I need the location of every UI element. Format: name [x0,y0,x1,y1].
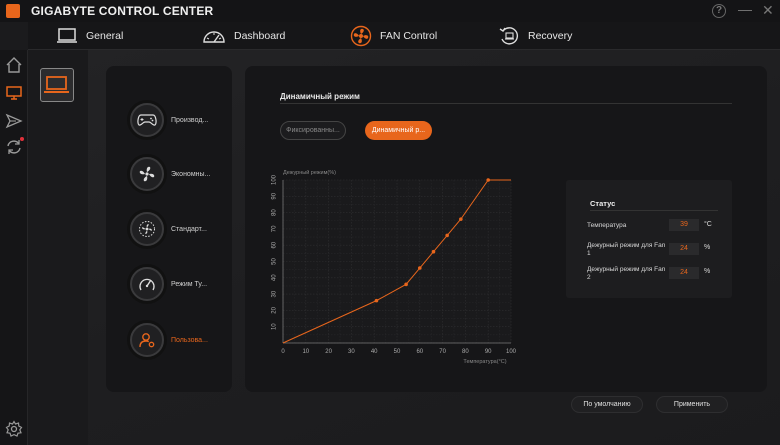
curve-point [486,178,490,182]
sync-item[interactable] [5,137,24,156]
nav-general-label: General [86,30,124,42]
mode-performance-label: Производ... [171,116,209,124]
leaf-fan-icon [139,166,155,182]
nav-dashboard[interactable]: Dashboard [202,25,285,47]
status-unit: % [704,244,711,251]
x-tick-label: 10 [302,349,309,355]
curve-point [431,249,436,254]
status-unit: % [704,268,711,275]
x-axis-label: Температура(°C) [463,359,506,365]
mode-circle [130,212,164,246]
status-label: Дежурный режим для Fan 1 [587,242,666,257]
title-bar: GIGABYTE CONTROL CENTER ? — ✕ [0,0,780,22]
minimize-button[interactable]: — [738,1,752,17]
settings-icon[interactable] [5,420,23,438]
mode-turbo[interactable]: Режим Ту... [130,264,230,304]
app-title: GIGABYTE CONTROL CENTER [31,4,214,18]
status-unit: °C [704,221,712,228]
status-value: 39 [669,219,699,231]
y-tick-label: 70 [272,225,278,232]
x-tick-label: 40 [371,349,378,355]
gauge-icon [203,31,225,43]
y-tick-label: 10 [272,323,278,330]
device-laptop-tile[interactable] [40,68,74,102]
curve-point [404,282,408,287]
curve-point [418,266,422,270]
apply-button[interactable]: Применить [656,396,728,413]
recovery-icon [499,27,518,45]
mode-custom[interactable]: Пользова... [130,320,230,360]
y-tick-label: 30 [272,290,278,297]
close-button[interactable]: ✕ [762,2,774,19]
x-tick-label: 60 [416,349,423,355]
fan-icon [350,25,372,47]
top-nav: General Dashboard FAN Control Recovery [28,22,780,50]
gamepad-icon [137,114,157,126]
device-column [28,50,88,445]
x-tick-label: 80 [462,349,469,355]
y-tick-label: 90 [272,192,278,199]
notification-badge [20,137,24,141]
fan-mode-panel: Производ... Экономны... Стандарт... Режи… [106,66,232,392]
y-tick-label: 100 [272,174,278,185]
x-tick-label: 90 [485,349,492,355]
fan-dots-icon [139,221,155,237]
turbo-gauge-icon [139,278,155,291]
mode-standard[interactable]: Стандарт... [130,209,230,249]
laptop-icon [57,28,77,43]
x-tick-label: 100 [506,349,517,355]
status-value: 24 [669,243,699,255]
mode-circle [130,267,164,301]
status-label: Дежурный режим для Fan 2 [587,266,666,281]
help-button[interactable]: ? [712,4,726,18]
x-tick-label: 50 [394,349,401,355]
nav-dashboard-label: Dashboard [234,30,286,42]
curve-point [445,233,449,238]
home-icon[interactable] [5,56,23,74]
laptop-orange-icon [44,76,69,93]
y-tick-label: 50 [272,258,278,265]
nav-fan-control[interactable]: FAN Control [350,25,437,47]
status-title: Статус [590,199,616,208]
status-divider [590,210,718,211]
x-tick-label: 0 [281,349,285,355]
curve-point [459,217,463,221]
mode-circle [130,103,164,137]
gigabyte-logo-icon [6,4,20,18]
y-axis-label: Дежурный режим(%) [283,169,336,176]
curve-point [374,298,379,303]
nav-fan-control-label: FAN Control [380,30,438,42]
send-icon[interactable] [5,112,23,130]
mode-custom-label: Пользова... [171,336,208,344]
mode-eco-label: Экономны... [171,170,211,178]
x-tick-label: 30 [348,349,355,355]
y-tick-label: 20 [272,306,278,313]
mode-circle [130,323,164,357]
y-tick-label: 60 [272,241,278,248]
y-tick-label: 80 [272,209,278,216]
y-tick-label: 40 [272,274,278,281]
nav-recovery-label: Recovery [528,30,573,42]
left-sidebar [0,50,28,445]
x-tick-label: 70 [439,349,446,355]
user-settings-icon [139,333,155,348]
mode-turbo-label: Режим Ту... [171,280,208,288]
mode-circle [130,157,164,191]
monitor-icon[interactable] [5,84,23,102]
nav-recovery[interactable]: Recovery [498,25,572,47]
x-tick-label: 20 [325,349,332,355]
status-value: 24 [669,267,699,279]
mode-performance[interactable]: Производ... [130,100,230,140]
fan-curve-panel: Динамичный режим Фиксированны... Динамич… [245,66,767,392]
mode-standard-label: Стандарт... [171,225,207,233]
default-button[interactable]: По умолчанию [571,396,643,413]
status-label: Температура [587,222,627,229]
status-box: Статус Температура 39 °C Дежурный режим … [566,180,732,298]
nav-general[interactable]: General [56,25,123,47]
mode-eco[interactable]: Экономны... [130,154,230,194]
